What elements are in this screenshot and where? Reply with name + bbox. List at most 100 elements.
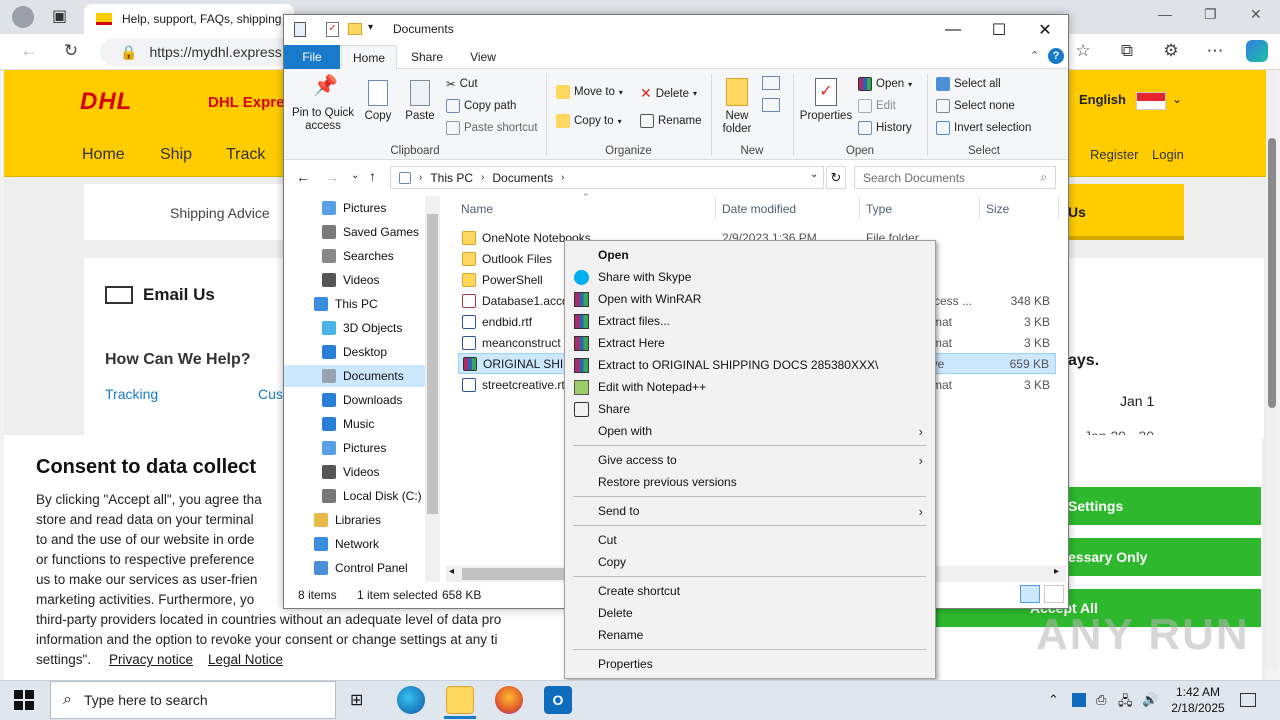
properties-quick-icon[interactable] bbox=[294, 22, 306, 37]
select-all-button[interactable]: Select all bbox=[936, 77, 1001, 91]
menu-item-share-with-skype[interactable]: Share with Skype bbox=[565, 266, 935, 288]
copy-button[interactable]: Copy bbox=[360, 80, 396, 123]
menu-item-open-with[interactable]: Open with › bbox=[565, 420, 935, 442]
tab-actions-icon[interactable]: ▣ bbox=[52, 6, 67, 26]
recent-locations-icon[interactable]: ⌄ bbox=[351, 170, 359, 181]
menu-item-properties[interactable]: Properties bbox=[565, 653, 935, 675]
customs-link[interactable]: Cus bbox=[258, 386, 283, 402]
menu-item-send-to[interactable]: Send to › bbox=[565, 500, 935, 522]
volume-icon[interactable]: 🔊 bbox=[1142, 692, 1158, 708]
open-button[interactable]: Open ▾ bbox=[858, 77, 912, 91]
details-view-icon[interactable] bbox=[1020, 585, 1040, 603]
nav-item[interactable]: Pictures bbox=[284, 437, 426, 459]
language-select[interactable]: English bbox=[1079, 92, 1126, 107]
invert-selection-button[interactable]: Invert selection bbox=[936, 121, 1031, 135]
nav-item[interactable]: Control Panel bbox=[284, 557, 426, 579]
back-arrow-icon[interactable]: ← bbox=[18, 41, 40, 61]
login-link[interactable]: Login bbox=[1152, 147, 1184, 162]
up-icon[interactable]: ↑ bbox=[369, 168, 376, 184]
help-icon[interactable]: ? bbox=[1048, 48, 1064, 64]
browser-minimize-button[interactable]: — bbox=[1158, 6, 1172, 22]
tab-share[interactable]: Share bbox=[404, 45, 450, 69]
new-item-icon[interactable] bbox=[762, 76, 780, 90]
column-type[interactable]: Type bbox=[866, 202, 892, 216]
select-none-button[interactable]: Select none bbox=[936, 99, 1015, 113]
explorer-minimize-button[interactable]: — bbox=[930, 15, 976, 45]
nav-ship[interactable]: Ship bbox=[160, 146, 192, 164]
refresh-icon[interactable]: ↻ bbox=[60, 41, 82, 61]
nav-item[interactable]: Music bbox=[284, 413, 426, 435]
extensions-icon[interactable]: ⚙ bbox=[1160, 41, 1182, 61]
scroll-left-icon[interactable]: ◂ bbox=[449, 566, 454, 577]
move-to-button[interactable]: Move to ▾ bbox=[556, 85, 623, 99]
taskbar-search-input[interactable]: ⌕ Type here to search bbox=[50, 681, 336, 719]
windows-start-icon[interactable] bbox=[14, 690, 34, 710]
outlook-icon[interactable]: O bbox=[544, 686, 572, 714]
back-icon[interactable]: ← bbox=[296, 169, 310, 185]
file-explorer-icon[interactable] bbox=[446, 686, 474, 714]
nav-item[interactable]: Local Disk (C:) bbox=[284, 485, 426, 507]
nav-item[interactable]: Videos bbox=[284, 461, 426, 483]
tray-device-icon[interactable]: ⎙ bbox=[1096, 692, 1106, 708]
consent-settings-button[interactable]: Settings bbox=[1062, 487, 1261, 525]
menu-item-extract-files[interactable]: Extract files... bbox=[565, 310, 935, 332]
paste-shortcut-button[interactable]: Paste shortcut bbox=[446, 121, 538, 135]
collections-icon[interactable]: ⧉ bbox=[1116, 41, 1138, 61]
easy-access-icon[interactable] bbox=[762, 98, 780, 112]
nav-item[interactable]: Pictures bbox=[284, 197, 426, 219]
checkmark-quick-icon[interactable]: ✓ bbox=[326, 22, 339, 37]
address-bar[interactable]: 🔒 https://mydhl.express. bbox=[100, 38, 300, 66]
menu-item-copy[interactable]: Copy bbox=[565, 551, 935, 573]
tab-file[interactable]: File bbox=[284, 45, 340, 69]
menu-item-extract-here[interactable]: Extract Here bbox=[565, 332, 935, 354]
cut-button[interactable]: ✂ Cut bbox=[446, 77, 478, 91]
menu-item-restore-previous-versions[interactable]: Restore previous versions bbox=[565, 471, 935, 493]
menu-item-cut[interactable]: Cut bbox=[565, 529, 935, 551]
nav-track[interactable]: Track bbox=[226, 146, 265, 164]
menu-item-share[interactable]: Share bbox=[565, 398, 935, 420]
new-folder-quick-icon[interactable] bbox=[348, 23, 362, 35]
notifications-icon[interactable] bbox=[1240, 693, 1256, 707]
copy-to-button[interactable]: Copy to ▾ bbox=[556, 114, 622, 128]
properties-button[interactable]: ✓ Properties bbox=[798, 78, 854, 123]
nav-item[interactable]: Searches bbox=[284, 245, 426, 267]
paste-button[interactable]: Paste bbox=[402, 80, 438, 123]
tab-view[interactable]: View bbox=[460, 45, 506, 69]
tray-outlook-icon[interactable] bbox=[1072, 693, 1086, 707]
column-size[interactable]: Size bbox=[986, 202, 1009, 216]
breadcrumb-documents[interactable]: Documents bbox=[492, 171, 553, 185]
page-scrollbar-thumb[interactable] bbox=[1268, 138, 1276, 408]
refresh-folder-icon[interactable]: ↻ bbox=[826, 166, 846, 189]
breadcrumb-this-pc[interactable]: This PC bbox=[430, 171, 473, 185]
menu-item-extract-to-original-shipping-docs-285380xxx[interactable]: Extract to ORIGINAL SHIPPING DOCS 285380… bbox=[565, 354, 935, 376]
menu-item-delete[interactable]: Delete bbox=[565, 602, 935, 624]
new-folder-button[interactable]: New folder bbox=[716, 78, 758, 136]
nav-item[interactable]: Videos bbox=[284, 269, 426, 291]
tray-chevron-icon[interactable]: ⌃ bbox=[1048, 692, 1059, 708]
column-name[interactable]: Name bbox=[461, 202, 493, 216]
network-icon[interactable]: 🖧 bbox=[1118, 692, 1133, 714]
nav-item[interactable]: Saved Games bbox=[284, 221, 426, 243]
menu-item-rename[interactable]: Rename bbox=[565, 624, 935, 646]
forward-icon[interactable]: → bbox=[325, 169, 339, 185]
history-button[interactable]: History bbox=[858, 121, 912, 135]
nav-item[interactable]: Documents bbox=[284, 365, 426, 387]
privacy-notice-link[interactable]: Privacy notice bbox=[109, 650, 193, 670]
taskbar-clock[interactable]: 1:42 AM 2/18/2025 bbox=[1160, 684, 1236, 716]
pin-quick-access-button[interactable]: 📌 Pin to Quick access bbox=[290, 76, 356, 133]
nav-home[interactable]: Home bbox=[82, 146, 125, 164]
column-date-modified[interactable]: Date modified bbox=[722, 202, 796, 216]
register-link[interactable]: Register bbox=[1090, 147, 1138, 162]
tracking-link[interactable]: Tracking bbox=[105, 386, 158, 402]
chevron-down-icon[interactable]: ⌄ bbox=[1172, 92, 1182, 106]
menu-item-open[interactable]: Open bbox=[565, 244, 935, 266]
explorer-close-button[interactable]: ✕ bbox=[1022, 15, 1068, 45]
favorite-star-icon[interactable]: ☆ bbox=[1072, 41, 1094, 61]
browser-restore-button[interactable]: ❐ bbox=[1204, 6, 1217, 23]
explorer-address-bar[interactable]: › This PC › Documents › bbox=[390, 166, 824, 189]
menu-item-give-access-to[interactable]: Give access to › bbox=[565, 449, 935, 471]
quick-access-dropdown-icon[interactable]: ▾ bbox=[368, 22, 373, 33]
copy-path-button[interactable]: Copy path bbox=[446, 99, 516, 113]
scroll-right-icon[interactable]: ▸ bbox=[1054, 566, 1059, 577]
profile-avatar[interactable] bbox=[12, 6, 34, 28]
